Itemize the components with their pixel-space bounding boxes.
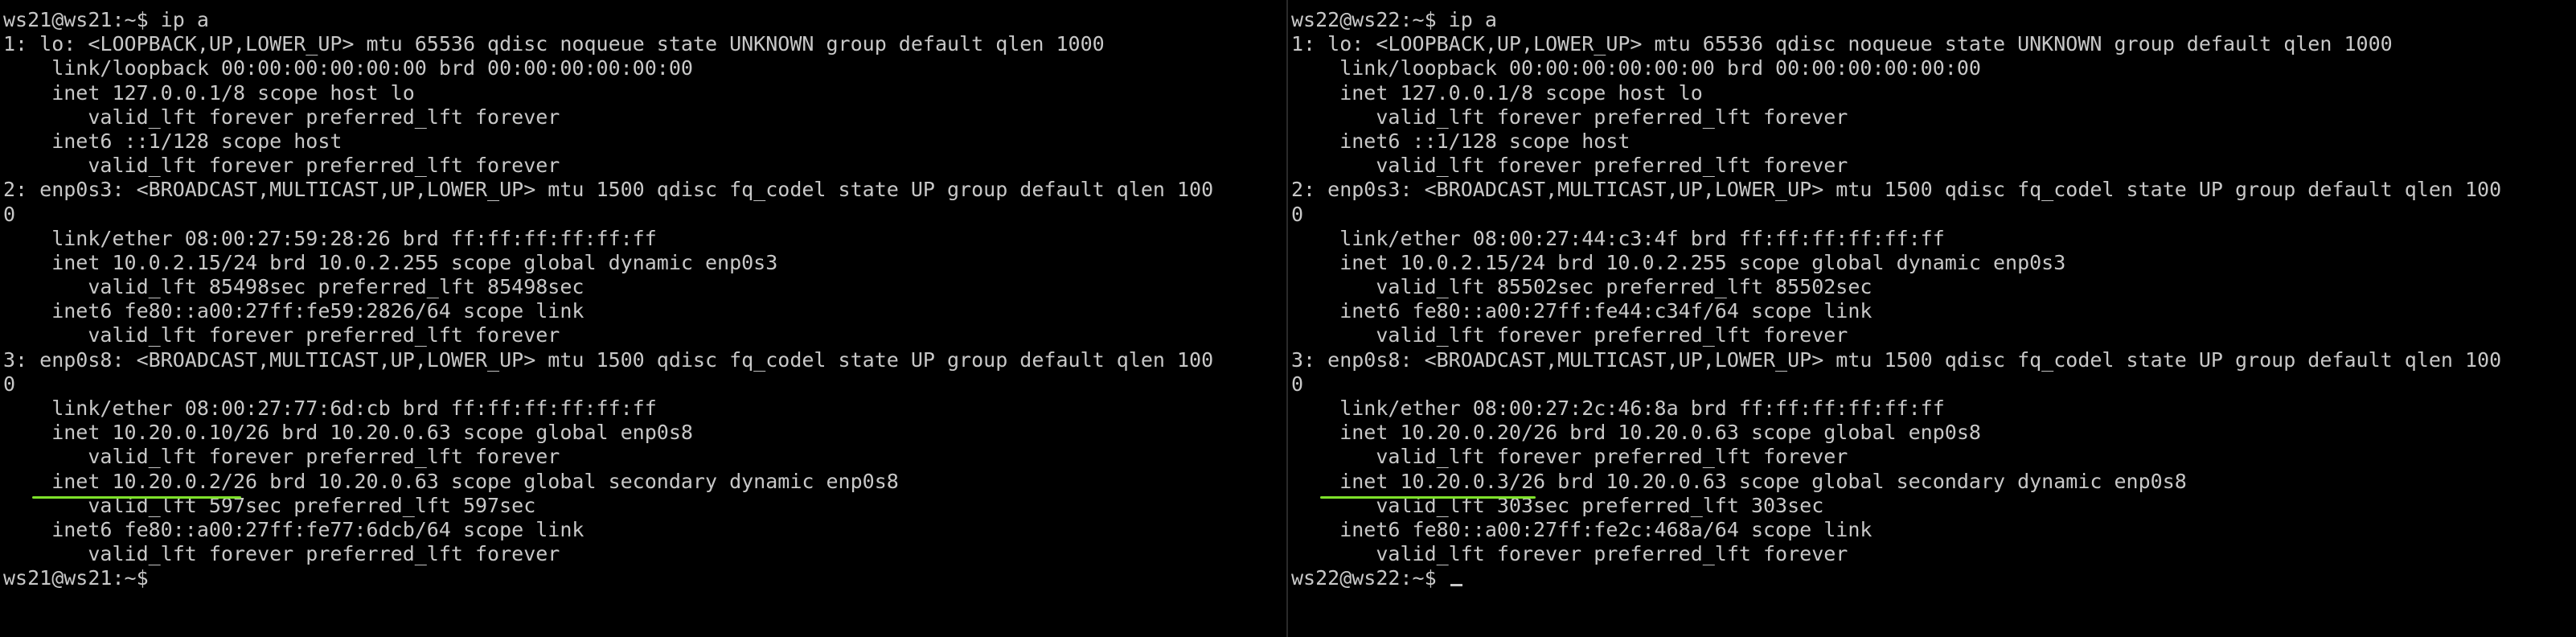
terminal-line: 3: enp0s8: <BROADCAST,MULTICAST,UP,LOWER… [3, 347, 1214, 372]
shell-prompt-with-cursor[interactable]: ws22@ws22:~$ [1291, 566, 2574, 590]
terminal-line: inet6 ::1/128 scope host [3, 129, 343, 153]
terminal-line: link/ether 08:00:27:77:6d:cb brd ff:ff:f… [3, 397, 657, 420]
terminal-line: ws21@ws21:~$ ip a [3, 8, 209, 31]
text-cursor [1450, 584, 1462, 587]
terminal-line: valid_lft forever preferred_lft forever [3, 323, 560, 347]
terminal-line: valid_lft forever preferred_lft forever [3, 105, 560, 129]
terminal-line: inet6 fe80::a00:27ff:fe44:c34f/64 scope … [1291, 299, 1873, 323]
shell-prompt[interactable]: ws21@ws21:~$ [3, 566, 1286, 590]
highlighted-secondary-inet-line: inet 10.20.0.2/26 brd 10.20.0.63 scope g… [3, 470, 1286, 499]
terminal-line: inet 10.0.2.15/24 brd 10.0.2.255 scope g… [3, 250, 778, 274]
terminal-line: valid_lft forever preferred_lft forever [1291, 323, 1848, 347]
terminal-line: 0 [3, 202, 16, 226]
terminal-line: valid_lft 85498sec preferred_lft 85498se… [3, 275, 585, 299]
terminal-line: 3: enp0s8: <BROADCAST,MULTICAST,UP,LOWER… [1291, 347, 2502, 372]
terminal-line: 0 [3, 372, 16, 396]
terminal-line: inet 127.0.0.1/8 scope host lo [1291, 80, 1703, 105]
terminal-line: link/ether 08:00:27:2c:46:8a brd ff:ff:f… [1291, 397, 1945, 420]
shell-prompt: ws22@ws22:~$ [1291, 566, 1449, 590]
terminal-line: 2: enp0s3: <BROADCAST,MULTICAST,UP,LOWER… [1291, 178, 2502, 202]
terminal-line: link/ether 08:00:27:59:28:26 brd ff:ff:f… [3, 226, 657, 250]
terminal-line: valid_lft forever preferred_lft forever [1291, 445, 1848, 469]
terminal-line: inet6 fe80::a00:27ff:fe59:2826/64 scope … [3, 299, 585, 323]
terminal-screen: ws21@ws21:~$ ip a 1: lo: <LOOPBACK,UP,LO… [0, 0, 2576, 637]
terminal-line: valid_lft forever preferred_lft forever [1291, 105, 1848, 129]
terminal-line: inet6 ::1/128 scope host [1291, 129, 1631, 153]
terminal-line: valid_lft forever preferred_lft forever [3, 445, 560, 469]
terminal-line: 0 [1291, 202, 1304, 226]
terminal-line: link/ether 08:00:27:44:c3:4f brd ff:ff:f… [1291, 226, 1945, 250]
terminal-output: ws21@ws21:~$ ip a 1: lo: <LOOPBACK,UP,LO… [0, 0, 1286, 591]
terminal-line: inet 127.0.0.1/8 scope host lo [3, 80, 415, 105]
terminal-line: ws22@ws22:~$ ip a [1291, 8, 1497, 31]
terminal-line: inet6 fe80::a00:27ff:fe77:6dcb/64 scope … [3, 517, 585, 541]
terminal-line: inet 10.20.0.20/26 brd 10.20.0.63 scope … [1291, 421, 1981, 445]
terminal-pane-ws21[interactable]: ws21@ws21:~$ ip a 1: lo: <LOOPBACK,UP,LO… [0, 0, 1286, 637]
terminal-line: 1: lo: <LOOPBACK,UP,LOWER_UP> mtu 65536 … [3, 32, 1105, 56]
highlighted-secondary-inet-line: inet 10.20.0.3/26 brd 10.20.0.63 scope g… [1291, 470, 2574, 499]
terminal-line: valid_lft forever preferred_lft forever [3, 542, 560, 566]
terminal-line: inet 10.0.2.15/24 brd 10.0.2.255 scope g… [1291, 250, 2066, 274]
terminal-line: inet 10.20.0.10/26 brd 10.20.0.63 scope … [3, 421, 693, 445]
terminal-line: link/loopback 00:00:00:00:00:00 brd 00:0… [1291, 56, 1981, 80]
terminal-line: valid_lft forever preferred_lft forever [1291, 154, 1848, 178]
terminal-pane-ws22[interactable]: ws22@ws22:~$ ip a 1: lo: <LOOPBACK,UP,LO… [1288, 0, 2574, 637]
terminal-output: ws22@ws22:~$ ip a 1: lo: <LOOPBACK,UP,LO… [1288, 0, 2574, 591]
terminal-line: valid_lft forever preferred_lft forever [1291, 542, 1848, 566]
terminal-line: inet6 fe80::a00:27ff:fe2c:468a/64 scope … [1291, 517, 1873, 541]
terminal-line: 0 [1291, 372, 1304, 396]
terminal-line: valid_lft forever preferred_lft forever [3, 154, 560, 178]
terminal-line: valid_lft 85502sec preferred_lft 85502se… [1291, 275, 1873, 299]
terminal-line: 1: lo: <LOOPBACK,UP,LOWER_UP> mtu 65536 … [1291, 32, 2393, 56]
terminal-line: 2: enp0s3: <BROADCAST,MULTICAST,UP,LOWER… [3, 178, 1214, 202]
terminal-line: link/loopback 00:00:00:00:00:00 brd 00:0… [3, 56, 693, 80]
